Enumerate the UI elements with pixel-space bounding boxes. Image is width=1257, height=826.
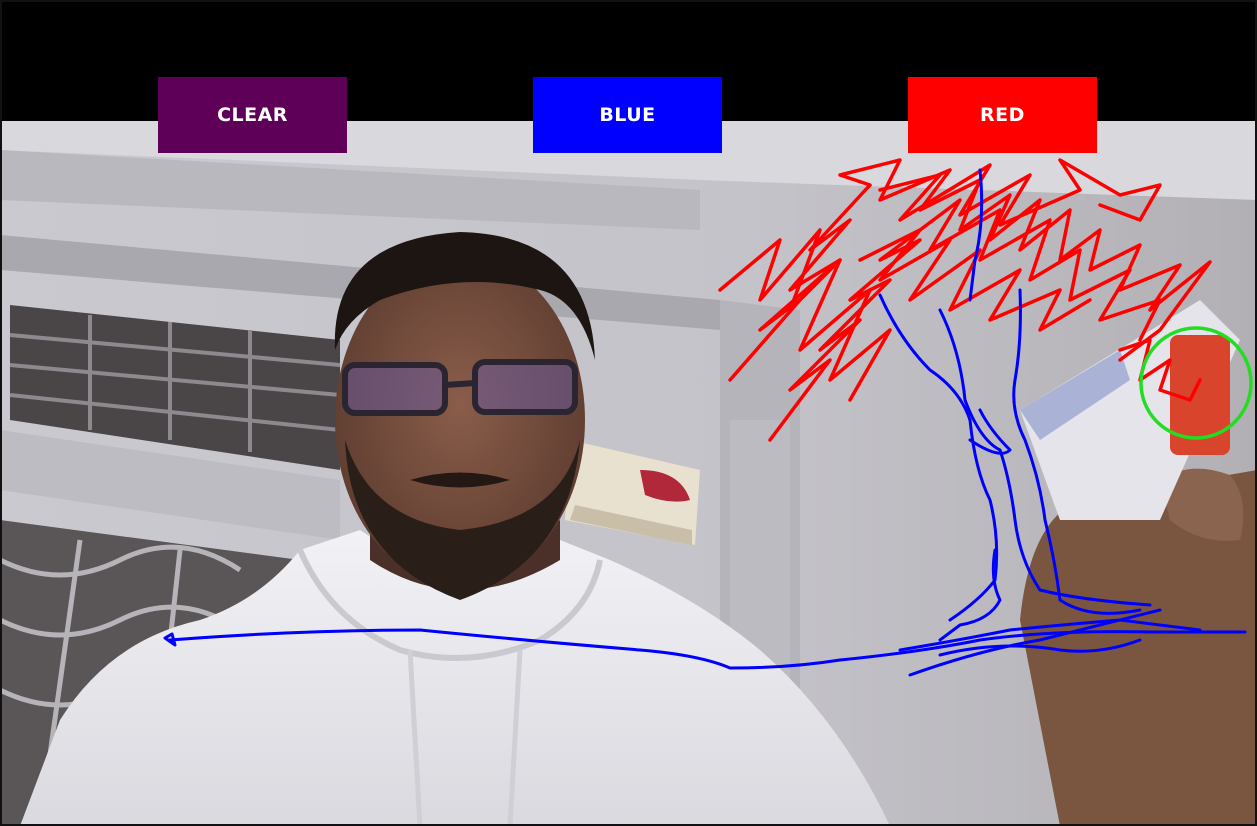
red-color-button[interactable]: RED [908, 77, 1097, 153]
paint-window: CLEAR BLUE RED [0, 0, 1257, 826]
red-marker [1170, 335, 1230, 455]
clear-button[interactable]: CLEAR [158, 77, 347, 153]
blue-color-button[interactable]: BLUE [533, 77, 722, 153]
